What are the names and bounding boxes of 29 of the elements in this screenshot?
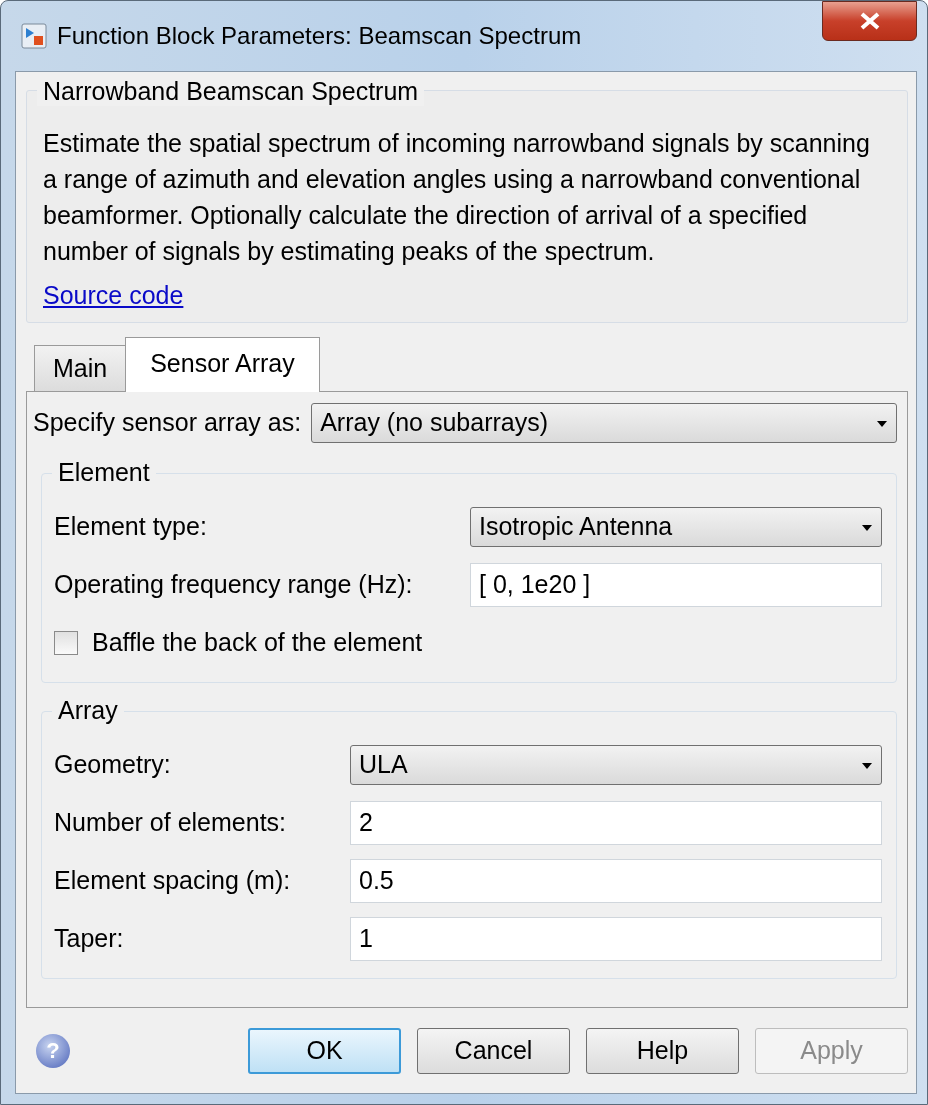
dropdown[interactable]: ULA: [350, 744, 882, 785]
caret-icon: [861, 761, 873, 770]
close-button[interactable]: [822, 1, 917, 41]
field-label: Element type:: [54, 512, 208, 541]
field-label: Number of elements:: [54, 808, 288, 837]
input-field[interactable]: 0.5: [350, 858, 882, 903]
dropdown[interactable]: Isotropic Antenna: [470, 506, 882, 547]
dialog-button[interactable]: Cancel: [417, 1027, 570, 1074]
input-field[interactable]: 2: [350, 800, 882, 845]
field-label: Element spacing (m):: [54, 866, 292, 895]
field-label: Specify sensor array as:: [33, 408, 303, 437]
tab[interactable]: Main: [34, 345, 127, 391]
field-label: Operating frequency range (Hz):: [54, 570, 414, 599]
dialog-button[interactable]: OK: [248, 1027, 401, 1074]
window-title: Function Block Parameters: Beamscan Spectrum: [57, 22, 583, 50]
dropdown[interactable]: Array (no subarrays): [311, 402, 897, 443]
checkbox-label: Baffle the back of the element: [92, 628, 423, 657]
input-field[interactable]: [ 0, 1e20 ]: [470, 562, 882, 607]
checkbox[interactable]: [54, 630, 78, 655]
block-icon: [21, 23, 47, 49]
dialog-button[interactable]: Help: [586, 1027, 739, 1074]
caret-icon: [876, 419, 888, 428]
input-field[interactable]: 1: [350, 916, 882, 961]
caret-icon: [861, 523, 873, 532]
field-label: Geometry:: [54, 750, 172, 779]
source-code-link[interactable]: Source code: [43, 281, 184, 310]
tab[interactable]: Sensor Array: [125, 337, 320, 392]
field-label: Taper:: [54, 924, 125, 953]
description-text: Estimate the spatial spectrum of incoming narrowband signals by scanning a range of azimuth and elevation angles using a narrowband conventional beamformer. Optionally calculate the direction of arrival of a specified number of signals by estimating peaks of the spectrum.: [43, 128, 871, 267]
